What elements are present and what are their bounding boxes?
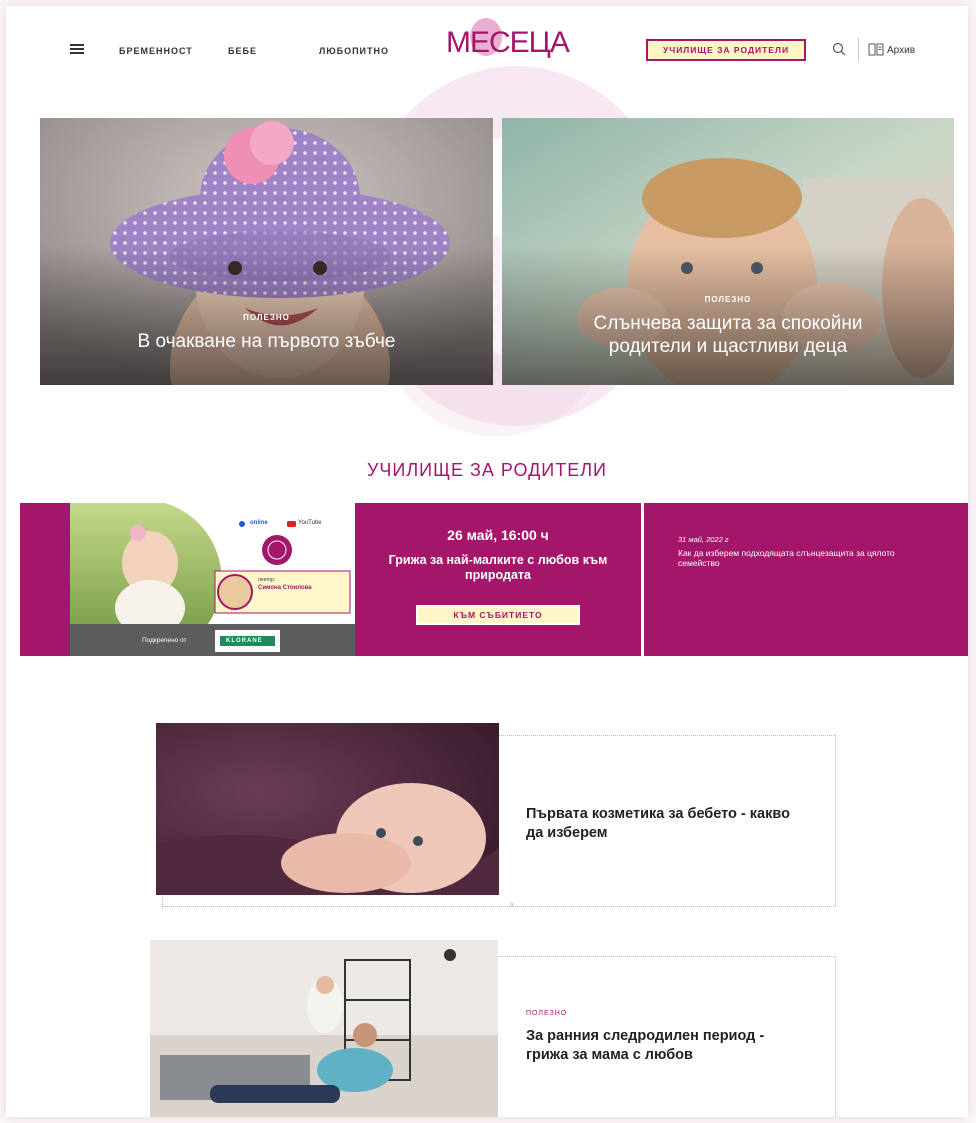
article-page-marker: 9 [510,903,514,909]
nav-item-baby[interactable]: БЕБЕ [228,46,257,56]
mom-baby-photo [150,940,498,1117]
school-section-title: УЧИЛИЩЕ ЗА РОДИТЕЛИ [367,460,607,480]
to-event-button[interactable]: КЪМ СЪБИТИЕТО [415,604,581,626]
article-image-baby-lying [156,723,499,895]
book-icon [868,43,884,56]
hero-caption: ПОЛЕЗНО Слънчева защита за спокойни роди… [502,295,954,358]
page: БРЕМЕННОСТ БЕБЕ ЛЮБОПИТНО МЕСЕЦА УЧИЛИЩЕ… [6,6,968,1117]
event-date: 26 май, 16:00 ч [447,527,549,543]
article-text: ПОЛЕЗНО За ранния следродилен период - г… [526,1010,806,1065]
supported-by-label: Подкрепено от [142,637,187,644]
next-event[interactable]: 31 май, 2022 г Как да изберем подходящат… [644,503,968,656]
social-label-youtube: YouTube [298,520,322,526]
article-tag: ПОЛЕЗНО [526,1010,568,1017]
school-for-parents-button[interactable]: УЧИЛИЩЕ ЗА РОДИТЕЛИ [646,39,806,61]
promo-panel: online YouTube лектор: Симона Стоилова П… [20,503,355,656]
article-title[interactable]: За ранния следродилен период - грижа за … [526,1027,806,1065]
social-label-online: online [250,520,268,526]
next-event-date: 31 май, 2022 г [678,535,729,544]
lecturer-label: лектор: [258,577,276,583]
sponsor-logo: KLORANE [226,638,263,644]
menu-icon[interactable] [70,44,84,54]
article-title[interactable]: Първата козметика за бебето - какво да и… [526,805,806,843]
site-header: БРЕМЕННОСТ БЕБЕ ЛЮБОПИТНО МЕСЕЦА УЧИЛИЩЕ… [6,6,968,96]
hero-tag: ПОЛЕЗНО [243,313,290,322]
article-text: Първата козметика за бебето - какво да и… [526,805,806,843]
baby-lying-photo [156,723,499,895]
hero-card-teething[interactable]: ПОЛЕЗНО В очакване на първото зъбче [40,118,493,385]
article-card[interactable]: Първата козметика за бебето - какво да и… [156,723,836,909]
article-image-mom-baby [150,940,498,1117]
school-events-band: online YouTube лектор: Симона Стоилова П… [20,503,968,656]
search-icon[interactable] [832,42,846,56]
next-event-title[interactable]: Как да изберем подходящата слънцезащита … [678,548,898,568]
site-logo[interactable]: МЕСЕЦА [446,26,570,60]
hero-card-sun-protection[interactable]: ПОЛЕЗНО Слънчева защита за спокойни роди… [502,118,954,385]
archive-link[interactable]: Архив [868,43,915,56]
event-promo-banner[interactable]: online YouTube лектор: Симона Стоилова П… [70,503,355,656]
hero-title[interactable]: Слънчева защита за спокойни родители и щ… [568,312,888,358]
nav-item-pregnancy[interactable]: БРЕМЕННОСТ [119,46,193,56]
lecturer-name: Симона Стоилова [258,585,312,591]
current-event: 26 май, 16:00 ч Грижа за най-малките с л… [355,503,641,656]
hero-caption: ПОЛЕЗНО В очакване на първото зъбче [40,313,493,353]
article-card[interactable]: ПОЛЕЗНО За ранния следродилен период - г… [150,938,836,1117]
hero-tag: ПОЛЕЗНО [704,295,752,304]
event-title[interactable]: Грижа за най-малките с любов към природа… [383,553,613,583]
nav-item-curious[interactable]: ЛЮБОПИТНО [319,46,389,56]
hero-title[interactable]: В очакване на първото зъбче [40,330,493,353]
header-divider [858,38,859,62]
archive-label: Архив [887,45,916,56]
